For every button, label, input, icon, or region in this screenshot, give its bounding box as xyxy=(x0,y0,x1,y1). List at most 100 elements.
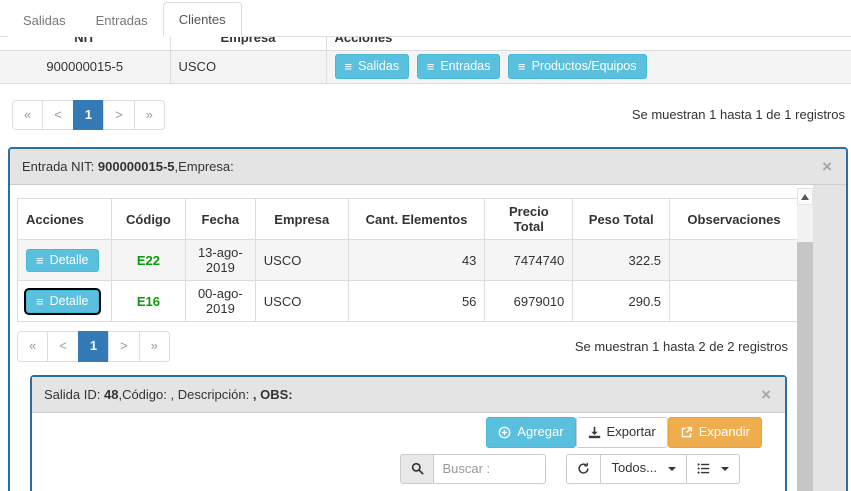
page-prev-button[interactable]: < xyxy=(47,331,79,361)
clients-table: NIT Empresa Acciones 900000015-5 USCO ≡ … xyxy=(0,37,851,84)
exportar-button-label: Exportar xyxy=(607,425,656,439)
menu-icon: ≡ xyxy=(345,60,353,73)
col-observaciones: Observaciones xyxy=(670,199,799,240)
todos-dropdown[interactable]: Todos... xyxy=(600,454,687,484)
exportar-button[interactable]: Exportar xyxy=(576,417,668,447)
search-button[interactable] xyxy=(400,454,434,484)
page-first-button[interactable]: « xyxy=(17,331,48,361)
entrada-peso: 322.5 xyxy=(573,240,670,281)
entrada-precio: 7474740 xyxy=(485,240,573,281)
col-empresa: Empresa xyxy=(255,199,348,240)
client-row: 900000015-5 USCO ≡ Salidas ≡ Entradas ≡ … xyxy=(0,50,851,83)
entrada-panel-title: Entrada NIT: 900000015-5,Empresa: xyxy=(22,159,234,174)
client-empresa: USCO xyxy=(170,50,326,83)
agregar-button-label: Agregar xyxy=(517,425,563,439)
salida-toolbar: Agregar Exportar Expandir xyxy=(46,417,762,447)
detalle-button-label: Detalle xyxy=(50,295,89,309)
salidas-button-label: Salidas xyxy=(358,60,399,74)
salida-panel-header: Salida ID: 48,Código: , Descripción: , O… xyxy=(32,377,785,414)
entrada-obs xyxy=(670,281,799,322)
page-prev-button[interactable]: < xyxy=(42,100,74,130)
entrada-panel: Entrada NIT: 900000015-5,Empresa: × Acci… xyxy=(8,147,848,491)
col-acciones: Acciones xyxy=(18,199,112,240)
entrada-codigo: E16 xyxy=(111,281,185,322)
chevron-down-icon xyxy=(721,467,729,471)
menu-icon: ≡ xyxy=(427,60,435,73)
todos-dropdown-label: Todos... xyxy=(611,461,657,475)
agregar-button[interactable]: Agregar xyxy=(486,417,575,447)
detalle-button-label: Detalle xyxy=(50,254,89,268)
clients-col-nit: NIT xyxy=(0,37,170,50)
tab-salidas[interactable]: Salidas xyxy=(8,4,81,37)
search-group xyxy=(400,454,546,484)
search-icon xyxy=(411,462,424,475)
close-icon[interactable]: × xyxy=(822,157,832,177)
entrada-cant: 56 xyxy=(348,281,485,322)
entrada-pagination-row: « < 1 > » Se muestran 1 hasta 2 de 2 reg… xyxy=(17,331,788,361)
chevron-down-icon xyxy=(668,467,676,471)
entrada-row: ≡ Detalle E22 13-ago-2019 USCO 43 747474… xyxy=(18,240,799,281)
client-actions: ≡ Salidas ≡ Entradas ≡ Productos/Equipos xyxy=(326,50,851,83)
detalle-button-focused[interactable]: ≡ Detalle xyxy=(26,290,99,314)
search-input[interactable] xyxy=(434,454,546,484)
app-screen: Salidas Entradas Clientes NIT Empresa Ac… xyxy=(0,0,851,491)
entrada-row: ≡ Detalle E16 00-ago-2019 USCO 56 697901… xyxy=(18,281,799,322)
expand-icon xyxy=(680,426,693,439)
salidas-button[interactable]: ≡ Salidas xyxy=(335,54,410,80)
scrollbar-thumb[interactable] xyxy=(797,242,813,491)
salida-panel: Salida ID: 48,Código: , Descripción: , O… xyxy=(30,375,787,491)
col-cant-elementos: Cant. Elementos xyxy=(348,199,485,240)
page-last-button[interactable]: » xyxy=(134,100,165,130)
close-icon[interactable]: × xyxy=(761,385,771,405)
productos-equipos-button-label: Productos/Equipos xyxy=(532,60,637,74)
client-nit: 900000015-5 xyxy=(0,50,170,83)
page-1-button[interactable]: 1 xyxy=(73,100,104,130)
page-1-button[interactable]: 1 xyxy=(78,331,109,361)
refresh-button[interactable] xyxy=(566,454,601,484)
col-codigo: Código xyxy=(111,199,185,240)
productos-equipos-button[interactable]: ≡ Productos/Equipos xyxy=(508,54,647,80)
refresh-icon xyxy=(577,462,590,475)
scrollbar-track[interactable] xyxy=(797,188,813,491)
entradas-button-label: Entradas xyxy=(440,60,490,74)
expandir-button[interactable]: Expandir xyxy=(668,417,762,447)
columns-dropdown[interactable] xyxy=(686,454,740,484)
col-fecha: Fecha xyxy=(185,199,255,240)
detalle-button[interactable]: ≡ Detalle xyxy=(26,249,99,273)
salida-search-row: Todos... xyxy=(46,454,762,484)
records-info: Se muestran 1 hasta 2 de 2 registros xyxy=(575,339,788,354)
entrada-actions: ≡ Detalle xyxy=(18,281,112,322)
entrada-empresa: USCO xyxy=(255,240,348,281)
menu-icon: ≡ xyxy=(36,295,44,308)
table-tools-group: Todos... xyxy=(566,454,740,484)
entrada-panel-header: Entrada NIT: 900000015-5,Empresa: × xyxy=(10,149,846,186)
entrada-cant: 43 xyxy=(348,240,485,281)
entradas-button[interactable]: ≡ Entradas xyxy=(417,54,501,80)
entrada-panel-body: Acciones Código Fecha Empresa Cant. Elem… xyxy=(10,185,846,491)
panel-side-area xyxy=(813,185,846,491)
clients-col-acciones: Acciones xyxy=(326,37,851,50)
entrada-fecha: 13-ago-2019 xyxy=(185,240,255,281)
col-peso-total: Peso Total xyxy=(573,199,670,240)
expandir-button-label: Expandir xyxy=(699,425,750,439)
list-icon xyxy=(697,462,710,475)
page-first-button[interactable]: « xyxy=(12,100,43,130)
clients-table-wrapper: NIT Empresa Acciones 900000015-5 USCO ≡ … xyxy=(0,37,851,84)
entrada-empresa: USCO xyxy=(255,281,348,322)
entrada-peso: 290.5 xyxy=(573,281,670,322)
col-precio-total: Precio Total xyxy=(485,199,573,240)
menu-icon: ≡ xyxy=(36,254,44,267)
page-next-button[interactable]: > xyxy=(103,100,135,130)
tab-entradas[interactable]: Entradas xyxy=(81,4,163,37)
clients-pagination: « < 1 > » xyxy=(12,100,165,130)
menu-icon: ≡ xyxy=(518,60,526,73)
entrada-fecha: 00-ago-2019 xyxy=(185,281,255,322)
page-last-button[interactable]: » xyxy=(139,331,170,361)
page-next-button[interactable]: > xyxy=(108,331,140,361)
scrollbar-up-icon[interactable] xyxy=(797,188,813,205)
entrada-actions: ≡ Detalle xyxy=(18,240,112,281)
tab-clientes[interactable]: Clientes xyxy=(163,2,242,37)
plus-circle-icon xyxy=(498,426,511,439)
entrada-precio: 6979010 xyxy=(485,281,573,322)
records-info: Se muestran 1 hasta 1 de 1 registros xyxy=(632,107,845,122)
